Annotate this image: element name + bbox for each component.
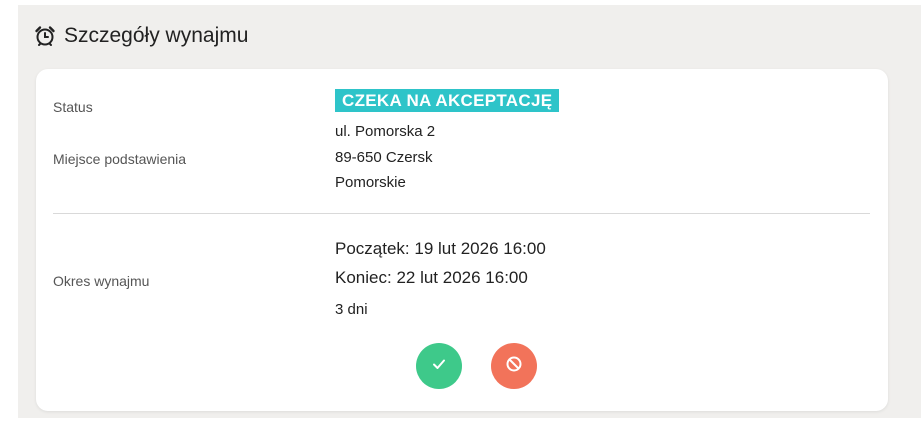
accept-button[interactable] — [416, 343, 462, 389]
period-duration: 3 dni — [335, 301, 368, 318]
alarm-clock-icon — [34, 25, 56, 47]
period-label: Okres wynajmu — [53, 273, 150, 289]
location-label: Miejsce podstawienia — [53, 151, 187, 167]
location-region: Pomorskie — [335, 174, 406, 191]
rental-details-card: Status CZEKA NA AKCEPTACJĘ Miejsce podst… — [36, 69, 888, 411]
section-header: Szczegóły wynajmu — [34, 19, 248, 53]
rental-details-panel: Szczegóły wynajmu Status CZEKA NA AKCEPT… — [18, 5, 921, 418]
prohibited-icon — [505, 355, 523, 378]
section-title: Szczegóły wynajmu — [64, 24, 249, 47]
reject-button[interactable] — [491, 343, 537, 389]
status-label: Status — [53, 99, 93, 115]
period-start-value: 19 lut 2026 16:00 — [414, 239, 546, 258]
divider — [53, 213, 870, 214]
period-end-value: 22 lut 2026 16:00 — [396, 268, 528, 287]
checkmark-icon — [431, 356, 447, 377]
period-start: Początek: 19 lut 2026 16:00 — [335, 239, 546, 259]
location-city: 89-650 Czersk — [335, 149, 433, 166]
status-badge: CZEKA NA AKCEPTACJĘ — [335, 89, 560, 112]
period-end: Koniec: 22 lut 2026 16:00 — [335, 268, 528, 288]
period-start-label: Początek: — [335, 239, 410, 258]
location-street: ul. Pomorska 2 — [335, 123, 436, 140]
period-end-label: Koniec: — [335, 268, 392, 287]
